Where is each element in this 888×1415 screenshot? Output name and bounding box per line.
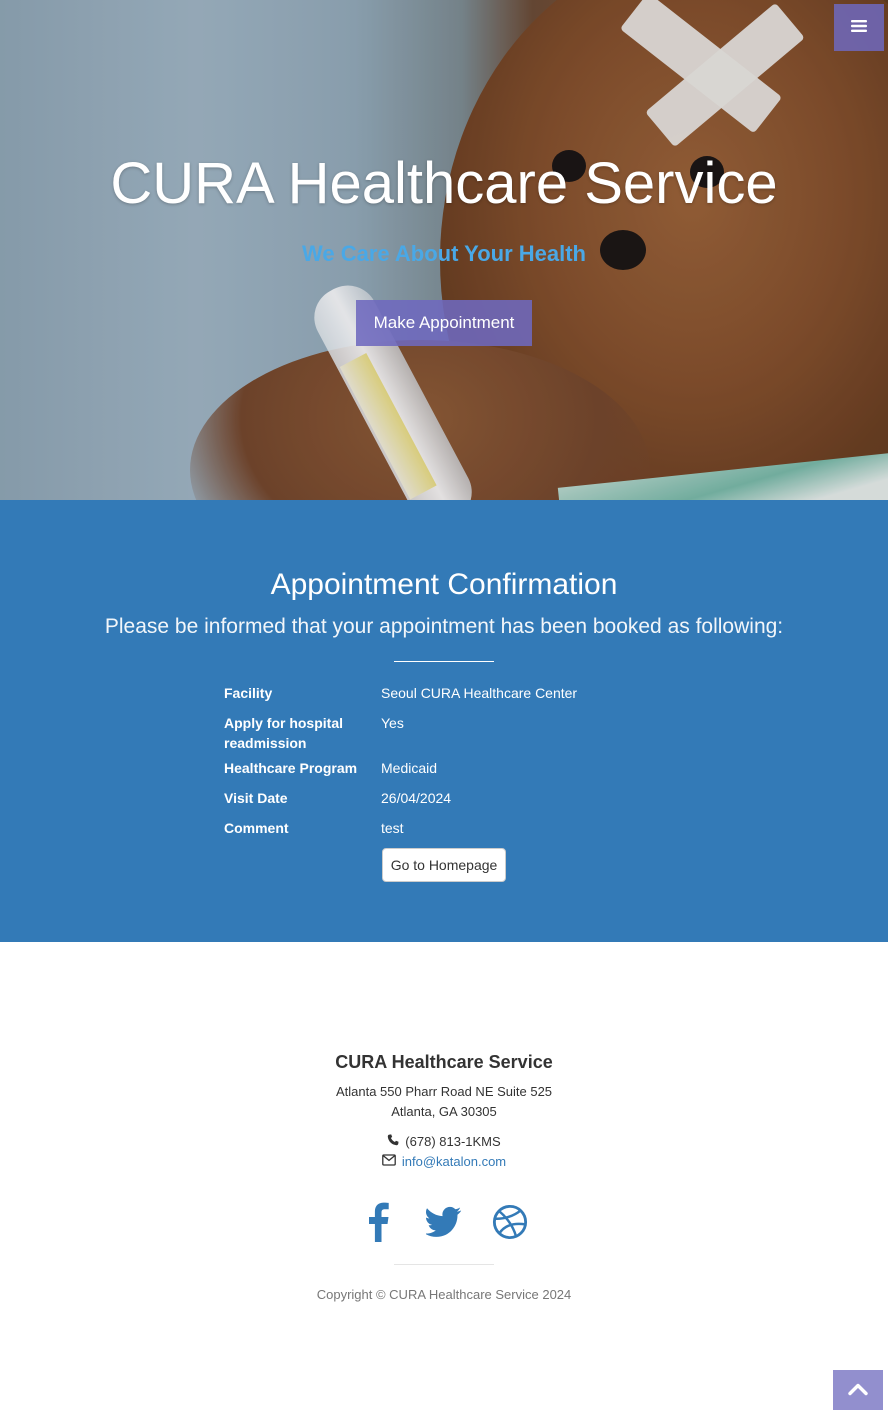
- twitter-icon[interactable]: [426, 1202, 462, 1242]
- readmission-label: Apply for hospital readmission: [224, 715, 343, 751]
- readmission-value: Yes: [381, 715, 404, 731]
- chevron-up-icon: [848, 1382, 868, 1399]
- phone-icon: [387, 1134, 399, 1149]
- footer-address-line1: Atlanta 550 Pharr Road NE Suite 525: [335, 1084, 553, 1099]
- envelope-icon: [382, 1154, 396, 1169]
- footer-phone: (678) 813-1KMS: [0, 1134, 888, 1149]
- facility-value: Seoul CURA Healthcare Center: [381, 685, 578, 701]
- social-links: [0, 1202, 888, 1242]
- program-label: Healthcare Program: [224, 760, 358, 776]
- hero-title: CURA Healthcare Service: [110, 151, 778, 216]
- confirmation-heading: Appointment Confirmation: [270, 568, 618, 601]
- confirmation-lead: Please be informed that your appointment…: [104, 615, 784, 638]
- footer-divider: [394, 1264, 494, 1265]
- hero-section: CURA Healthcare Service We Care About Yo…: [0, 0, 888, 500]
- visit-date-label: Visit Date: [224, 790, 288, 806]
- facility-label: Facility: [224, 685, 273, 701]
- copyright-text: Copyright © CURA Healthcare Service 2024: [316, 1287, 572, 1302]
- footer-email: info@katalon.com: [0, 1154, 888, 1169]
- footer-address-line2: Atlanta, GA 30305: [391, 1104, 497, 1119]
- make-appointment-button[interactable]: Make Appointment: [356, 300, 532, 346]
- visit-date-value: 26/04/2024: [381, 790, 452, 806]
- menu-toggle-button[interactable]: [834, 4, 884, 51]
- hamburger-menu-icon: [850, 18, 868, 37]
- footer: CURA Healthcare Service Atlanta 550 Phar…: [0, 942, 888, 1415]
- facebook-icon[interactable]: [360, 1202, 396, 1242]
- confirmation-divider: [394, 661, 494, 662]
- program-value: Medicaid: [381, 760, 438, 776]
- scroll-to-top-button[interactable]: [833, 1370, 883, 1410]
- footer-title: CURA Healthcare Service: [335, 1052, 553, 1072]
- phone-number: (678) 813-1KMS: [405, 1134, 501, 1149]
- comment-value: test: [381, 820, 404, 836]
- comment-label: Comment: [224, 820, 289, 836]
- go-to-homepage-button[interactable]: Go to Homepage: [382, 848, 506, 882]
- email-link[interactable]: info@katalon.com: [402, 1154, 506, 1169]
- hero-subtitle: We Care About Your Health: [301, 241, 586, 266]
- appointment-confirmation-section: Appointment Confirmation Please be infor…: [0, 500, 888, 942]
- dribbble-icon[interactable]: [492, 1202, 528, 1242]
